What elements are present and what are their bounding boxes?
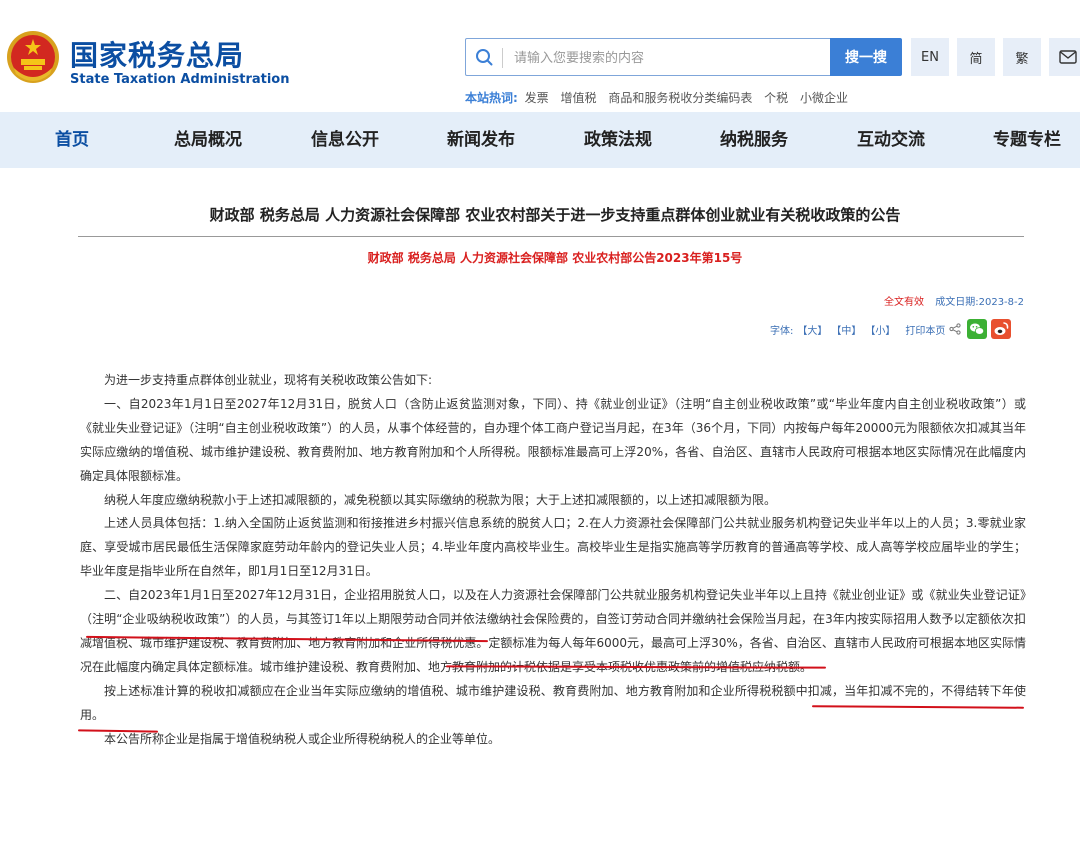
weibo-icon[interactable]: [991, 319, 1012, 339]
document-status: 全文有效 成文日期:2023-8-2: [884, 293, 1024, 308]
nav-item-home[interactable]: 首页: [55, 112, 89, 168]
nav-item-policy[interactable]: 政策法规: [584, 112, 652, 168]
article-paragraph: 本公告所称企业是指属于增值税纳税人或企业所得税纳税人的企业等单位。: [104, 731, 501, 746]
search-icon: [476, 49, 493, 66]
share-icon[interactable]: [949, 323, 961, 335]
article-intro: 为进一步支持重点群体创业就业，现将有关税收政策公告如下:: [104, 373, 433, 387]
search-button[interactable]: 搜一搜: [830, 38, 902, 76]
search-input[interactable]: [512, 45, 826, 71]
hot-word-link[interactable]: 发票: [525, 91, 549, 105]
hot-word-link[interactable]: 个税: [764, 91, 788, 105]
font-small-button[interactable]: 【小】: [865, 322, 895, 337]
national-emblem-icon: [7, 31, 59, 83]
nav-item-tax-service[interactable]: 纳税服务: [720, 112, 788, 168]
hot-word-link[interactable]: 小微企业: [800, 91, 848, 105]
hot-word-link[interactable]: 商品和服务税收分类编码表: [608, 91, 752, 105]
search-box: 搜一搜: [465, 38, 902, 76]
article-paragraph: 上述人员具体包括：1.纳入全国防止返贫监测和衔接推进乡村振兴信息系统的脱贫人口；…: [80, 516, 1026, 579]
english-button[interactable]: EN: [911, 38, 949, 76]
hot-word-link[interactable]: 增值税: [560, 91, 596, 105]
hot-words-label: 本站热词:: [465, 91, 518, 105]
wechat-icon[interactable]: [967, 319, 988, 339]
print-button[interactable]: 打印本页: [905, 322, 945, 337]
logo-title[interactable]: 国家税务总局: [70, 34, 244, 74]
search-separator: [502, 48, 503, 68]
document-date: 成文日期:2023-8-2: [935, 297, 1024, 308]
article-paragraph: 一、自2023年1月1日至2027年12月31日，脱贫人口（含防止返贫监测对象，…: [80, 396, 1026, 483]
nav-item-disclosure[interactable]: 信息公开: [311, 112, 379, 168]
article-paragraph: 按上述标准计算的税收扣减额应在企业当年实际应缴纳的增值税、城市维护建设税、教育费…: [80, 683, 1026, 722]
page-title: 财政部 税务总局 人力资源社会保障部 农业农村部关于进一步支持重点群体创业就业有…: [209, 206, 901, 224]
font-size-label: 字体:: [770, 325, 794, 337]
validity-badge: 全文有效: [884, 297, 925, 308]
nav-item-topics[interactable]: 专题专栏: [993, 112, 1061, 168]
document-number: 财政部 税务总局 人力资源社会保障部 农业农村部公告2023年第15号: [367, 251, 743, 265]
hot-words: 本站热词: 发票 增值税 商品和服务税收分类编码表 个税 小微企业: [465, 89, 856, 106]
site-header: 国家税务总局 State Taxation Administration 搜一搜…: [0, 0, 1080, 112]
article-tools: 字体: 【大】 【中】 【小】 打印本页: [770, 318, 1012, 340]
logo-subtitle[interactable]: State Taxation Administration: [70, 72, 289, 87]
title-divider: [78, 236, 1024, 237]
nav-item-news[interactable]: 新闻发布: [447, 112, 515, 168]
simplified-chinese-button[interactable]: 简: [957, 38, 995, 76]
font-large-button[interactable]: 【大】: [797, 322, 827, 337]
traditional-chinese-button[interactable]: 繁: [1003, 38, 1041, 76]
mail-button[interactable]: [1049, 38, 1080, 76]
font-medium-button[interactable]: 【中】: [831, 322, 861, 337]
nav-item-interaction[interactable]: 互动交流: [857, 112, 925, 168]
article-body: 为进一步支持重点群体创业就业，现将有关税收政策公告如下: 一、自2023年1月1…: [80, 369, 1026, 752]
main-nav: 首页 总局概况 信息公开 新闻发布 政策法规 纳税服务 互动交流 专题专栏: [0, 112, 1080, 168]
article-paragraph: 纳税人年度应缴纳税款小于上述扣减限额的，减免税额以其实际缴纳的税款为限；大于上述…: [104, 492, 777, 507]
nav-item-overview[interactable]: 总局概况: [174, 112, 242, 168]
mail-icon: [1059, 50, 1077, 64]
